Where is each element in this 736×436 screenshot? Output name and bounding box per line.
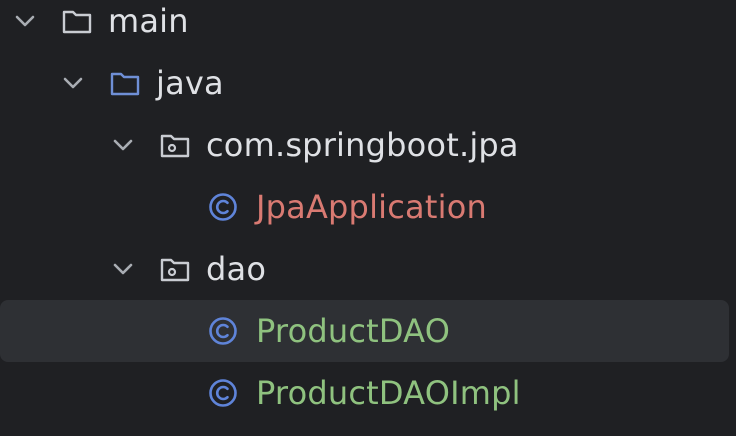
class-icon xyxy=(209,379,237,407)
chevron-down-icon[interactable] xyxy=(112,138,134,152)
chevron-down-icon[interactable] xyxy=(14,14,36,28)
tree-item-label: JpaApplication xyxy=(256,188,487,226)
tree-item-dao[interactable]: dao xyxy=(0,238,736,300)
class-icon xyxy=(209,317,237,345)
chevron-down-icon[interactable] xyxy=(112,262,134,276)
tree-item-productdao[interactable]: ProductDAO xyxy=(0,300,736,362)
tree-item-label: com.springboot.jpa xyxy=(206,126,519,164)
tree-item-label: java xyxy=(156,64,224,102)
project-tree: main java com.springboot.jpa JpaApplicat… xyxy=(0,0,736,436)
package-icon xyxy=(160,258,190,282)
source-folder-icon xyxy=(110,72,140,96)
tree-item-com-springboot-jpa[interactable]: com.springboot.jpa xyxy=(0,114,736,176)
class-icon xyxy=(209,193,237,221)
folder-icon xyxy=(62,10,92,34)
tree-item-label: ProductDAO xyxy=(256,312,451,350)
tree-item-java[interactable]: java xyxy=(0,52,736,114)
tree-item-label: dao xyxy=(206,250,267,288)
tree-item-label: main xyxy=(108,2,189,40)
tree-item-label: ProductDAOImpl xyxy=(256,374,521,412)
tree-item-main[interactable]: main xyxy=(0,0,736,52)
chevron-down-icon[interactable] xyxy=(62,76,84,90)
package-icon xyxy=(160,134,190,158)
tree-item-productdaoimpl[interactable]: ProductDAOImpl xyxy=(0,362,736,424)
tree-item-jpaapplication[interactable]: JpaApplication xyxy=(0,176,736,238)
